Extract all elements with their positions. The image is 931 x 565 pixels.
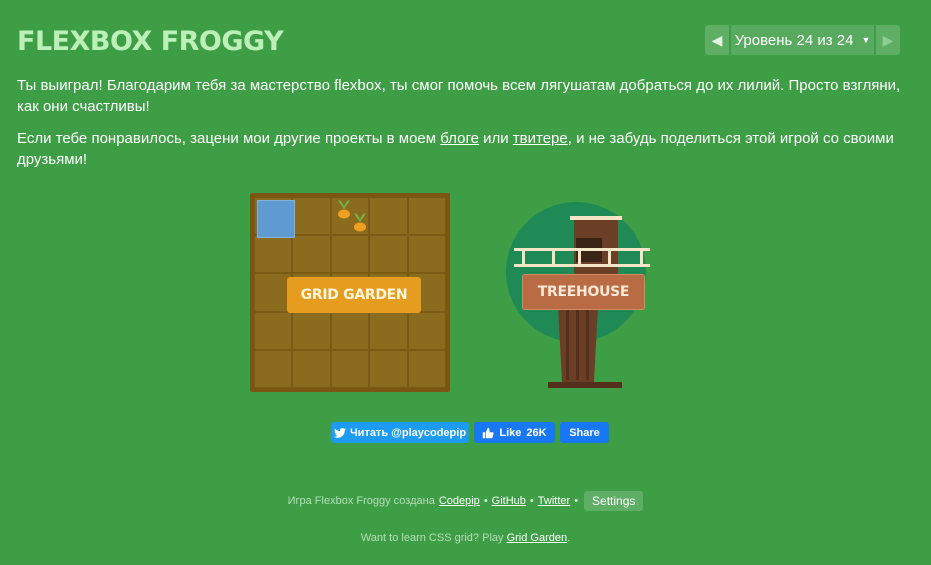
separator: •: [529, 495, 534, 507]
level-indicator-dropdown[interactable]: Уровень 24 из 24 ▼: [731, 25, 874, 55]
promo-prefix: Want to learn CSS grid? Play: [360, 532, 504, 544]
grid-garden-link[interactable]: Grid Garden: [507, 532, 568, 544]
twitter-follow-button[interactable]: Читать @playcodepip: [331, 422, 469, 443]
promo-text-mid: или: [478, 130, 513, 147]
promo-message: Если тебе понравилось, зацени мои другие…: [17, 128, 917, 170]
left-arrow-icon: ◀: [711, 31, 723, 48]
facebook-share-button[interactable]: Share: [560, 422, 609, 443]
github-link[interactable]: GitHub: [492, 495, 526, 507]
separator: •: [574, 495, 579, 507]
caret-down-icon: ▼: [861, 35, 871, 45]
app-logo: FLEXBOX FROGGY: [17, 26, 284, 57]
treehouse-card[interactable]: TREEHOUSE: [486, 196, 666, 392]
twitter-link[interactable]: твитере: [513, 130, 568, 147]
twitter-follow-label: Читать @playcodepip: [349, 426, 467, 439]
treehouse-label: TREEHOUSE: [522, 274, 645, 310]
promo-suffix: .: [567, 532, 571, 544]
right-arrow-icon: ▶: [882, 31, 894, 48]
water-tile: [257, 200, 295, 238]
thumbs-up-icon: [483, 427, 494, 438]
separator: •: [483, 495, 488, 507]
facebook-like-button[interactable]: Like 26K: [474, 422, 555, 443]
previous-level-button[interactable]: ◀: [705, 25, 729, 55]
twitter-footer-link[interactable]: Twitter: [538, 495, 570, 507]
codepip-link[interactable]: Codepip: [439, 495, 480, 507]
footer-credits: Игра Flexbox Froggy создана Codepip • Gi…: [0, 491, 931, 511]
carrot-icon: [354, 213, 366, 232]
footer-promo: Want to learn CSS grid? Play Grid Garden…: [0, 532, 931, 544]
next-level-button[interactable]: ▶: [876, 25, 900, 55]
fb-like-label: Like: [499, 426, 522, 439]
grid-garden-card[interactable]: GRID GARDEN: [250, 193, 450, 392]
twitter-bird-icon: [333, 427, 346, 438]
fb-share-label: Share: [569, 426, 600, 439]
blog-link[interactable]: блоге: [440, 130, 479, 147]
promo-text-start: Если тебе понравилось, зацени мои другие…: [17, 130, 441, 147]
grid-garden-label: GRID GARDEN: [287, 277, 421, 313]
credit-prefix: Игра Flexbox Froggy создана: [287, 495, 435, 507]
level-navigation: ◀ Уровень 24 из 24 ▼ ▶: [705, 25, 900, 55]
fb-like-count: 26K: [526, 426, 547, 439]
win-message: Ты выиграл! Благодарим тебя за мастерств…: [17, 77, 901, 115]
level-label: Уровень 24 из 24: [734, 31, 854, 49]
settings-button[interactable]: Settings: [584, 491, 644, 511]
